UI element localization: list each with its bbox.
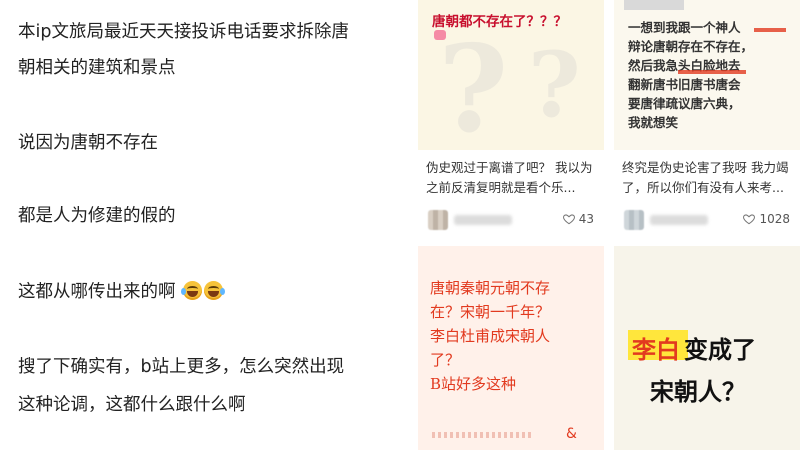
image-text-line: 要唐律疏议唐六典， xyxy=(628,96,741,111)
image-text-line: B站好多这种 xyxy=(430,375,517,393)
highlight-underline xyxy=(678,70,746,74)
ampersand-mark: & xyxy=(566,426,577,442)
pig-sticker-icon xyxy=(434,30,446,40)
image-text-line: 我就想笑 xyxy=(628,115,679,130)
note-card-4-title: 李白 变成了 xyxy=(624,326,794,370)
highlight-underline xyxy=(754,28,786,32)
laughing-emoji-icon xyxy=(204,281,226,300)
image-text-line: 李白杜甫成宋朝人 xyxy=(430,327,551,345)
note-card-2[interactable]: 一想到我跟一个神人 辩论唐朝存在不存在， 然后我急头白脸地去 翻新唐书旧唐书唐会… xyxy=(614,0,800,238)
title-line-2: 宋朝人？ xyxy=(650,378,746,406)
post-line-3: 说因为唐朝不存在 xyxy=(18,133,158,153)
image-text-line: 在？宋朝一千年？ xyxy=(430,303,551,321)
note-card-1-caption: 伪史观过于离谱了吧？ 我以为之前反清复明就是看个乐... xyxy=(426,160,593,195)
image-top-strip xyxy=(624,0,684,10)
post-line-1: 本ip文旅局最近天天接投诉电话要求拆除唐 xyxy=(18,22,349,42)
avatar[interactable] xyxy=(624,210,644,230)
note-card-2-caption: 终究是伪史论害了我呀 我力竭了，所以你们有没有人来考... xyxy=(622,160,789,195)
note-card-3-image-text: 唐朝秦朝元朝不存 在？宋朝一千年？ 李白杜甫成宋朝人 了？ B站好多这种 xyxy=(430,276,550,396)
post-body: 本ip文旅局最近天天接投诉电话要求拆除唐 朝相关的建筑和景点 说因为唐朝不存在 … xyxy=(0,0,410,450)
post-line-5-text: 这都从哪传出来的啊 xyxy=(18,282,176,302)
title-verb: 变成了 xyxy=(684,336,756,364)
author-name-blurred[interactable] xyxy=(454,215,512,225)
note-card-1-image[interactable]: ? ? 唐朝都不存在了？？？ xyxy=(418,0,604,150)
post-line-5: 这都从哪传出来的啊 xyxy=(18,278,226,306)
image-text-line: 了？ xyxy=(430,351,461,369)
faint-footnote xyxy=(432,432,532,438)
heart-icon xyxy=(743,214,756,225)
title-name: 李白 xyxy=(632,336,680,364)
author-name-blurred[interactable] xyxy=(650,215,708,225)
like-button[interactable]: 1028 xyxy=(742,212,790,226)
avatar[interactable] xyxy=(428,210,448,230)
like-button[interactable]: 43 xyxy=(562,212,594,226)
note-card-2-meta: 1028 xyxy=(624,208,790,232)
note-card-1-meta: 43 xyxy=(428,208,594,232)
image-text-line: 辩论唐朝存在不存在， xyxy=(628,39,754,54)
post-line-6: 搜了下确实有，b站上更多，怎么突然出现 xyxy=(18,357,345,377)
post-line-4: 都是人为修建的假的 xyxy=(18,206,176,226)
post-line-7: 这种论调，这都什么跟什么啊 xyxy=(18,395,246,415)
note-card-4[interactable]: 李白 变成了 宋朝人？ xyxy=(614,246,800,450)
image-text-line: 翻新唐书旧唐书唐会 xyxy=(628,77,741,92)
post-line-2: 朝相关的建筑和景点 xyxy=(18,58,176,78)
image-text-line: 唐朝秦朝元朝不存 xyxy=(430,279,551,297)
like-count: 43 xyxy=(578,212,594,226)
note-card-2-image[interactable]: 一想到我跟一个神人 辩论唐朝存在不存在， 然后我急头白脸地去 翻新唐书旧唐书唐会… xyxy=(614,0,800,150)
like-count: 1028 xyxy=(759,212,790,226)
notes-grid: ? ? 唐朝都不存在了？？？ 伪史观过于离谱了吧？ 我以为之前反清复明就是看个乐… xyxy=(418,0,800,450)
image-text-line: 一想到我跟一个神人 xyxy=(628,20,741,35)
note-card-1[interactable]: ? ? 唐朝都不存在了？？？ 伪史观过于离谱了吧？ 我以为之前反清复明就是看个乐… xyxy=(418,0,604,238)
note-card-2-image-text: 一想到我跟一个神人 辩论唐朝存在不存在， 然后我急头白脸地去 翻新唐书旧唐书唐会… xyxy=(628,18,753,132)
heart-icon xyxy=(562,214,575,225)
laughing-emoji-icon xyxy=(181,281,203,300)
note-card-1-image-text: 唐朝都不存在了？？？ xyxy=(432,14,567,30)
note-card-3[interactable]: 唐朝秦朝元朝不存 在？宋朝一千年？ 李白杜甫成宋朝人 了？ B站好多这种 & xyxy=(418,246,604,450)
